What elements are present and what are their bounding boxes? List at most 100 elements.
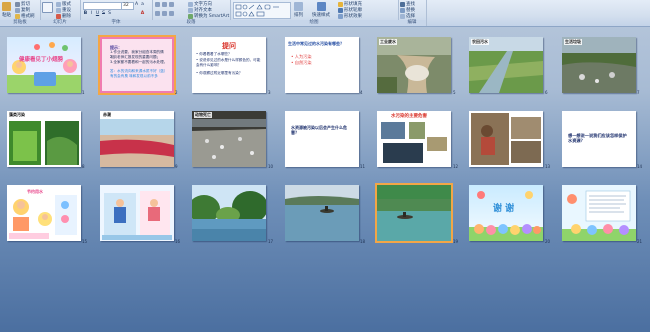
align-center-icon xyxy=(162,11,167,16)
slide-number: 11 xyxy=(360,164,366,169)
slide-thumbnail[interactable]: 生活中常见过的水污染有哪些？ • 人为污染 • 自然污染 xyxy=(285,37,359,93)
slide-thumbnail[interactable]: 健康看见丁小翅膀 xyxy=(7,37,81,93)
slide-title: 工业废水 xyxy=(379,39,397,45)
layout-icon xyxy=(56,1,61,7)
ribbon: 粘贴 剪切 复制 格式刷 剪贴板 版式 重设 删除 幻灯片 32 A a B I… xyxy=(0,0,650,27)
brush-icon xyxy=(15,13,20,19)
slide-thumbnail-selected[interactable]: 提示： 1.作业说要，我家分组查本周的情况； 2.向老师汇报发现的重要问题； 3… xyxy=(98,35,176,95)
binoculars-icon xyxy=(400,1,405,7)
slide-text: 3.全家都不要看和一起的污水处理。 xyxy=(110,60,168,64)
slide-thumbnail[interactable]: 农田污水 xyxy=(469,37,543,93)
ribbon-group-clipboard: 粘贴 剪切 复制 格式刷 剪贴板 xyxy=(0,0,41,26)
new-slide-icon xyxy=(42,2,53,13)
slide-title: 藻类污染 xyxy=(9,112,25,117)
shapes-gallery[interactable] xyxy=(233,2,291,19)
slide-text: • 说说你见过的水是什么样颜色的，可能会有什么影响？ xyxy=(196,58,261,67)
select-button[interactable]: 选择 xyxy=(400,13,415,19)
new-slide-button[interactable] xyxy=(42,2,53,13)
slide-number: 15 xyxy=(82,239,88,244)
align-right-button[interactable] xyxy=(169,11,174,16)
ribbon-group-editing: 查找 替换 选择 编辑 xyxy=(398,0,427,26)
slide-thumbnail[interactable] xyxy=(285,185,359,241)
slide-9-photo xyxy=(100,111,174,167)
slide-number: 12 xyxy=(453,164,459,169)
slide-title: 水资源被污染以后会产生什么危害？ xyxy=(291,125,347,135)
slide-text: • 你观察过附近哪里有污染？ xyxy=(196,71,243,75)
slide-13-photos xyxy=(469,111,543,167)
group-label: 编辑 xyxy=(398,20,426,26)
slide-7-photo xyxy=(562,37,636,93)
italic-button[interactable]: I xyxy=(89,11,94,16)
slide-thumbnail[interactable]: 藻类污染 xyxy=(7,111,81,167)
slide-title: 农田污水 xyxy=(471,39,489,45)
slide-number: 4 xyxy=(360,90,363,95)
bullets-icon xyxy=(155,2,160,7)
slide-18-photo xyxy=(285,185,359,241)
slide-thumbnail[interactable]: 想一想说一说我们应该怎样保护水资源？ xyxy=(562,111,636,167)
slide-title: 生活垃圾 xyxy=(564,39,582,45)
shape-effects-button[interactable]: 形状效果 xyxy=(338,13,362,19)
paste-button[interactable]: 粘贴 xyxy=(2,2,11,18)
bullets-button[interactable] xyxy=(155,2,160,7)
slide-number: 21 xyxy=(637,239,643,244)
font-color-button[interactable]: A xyxy=(140,11,145,16)
bold-button[interactable]: B xyxy=(83,11,88,16)
slide-thumbnail[interactable]: 生活垃圾 xyxy=(562,37,636,93)
slide-thumbnail[interactable] xyxy=(100,185,174,241)
align-center-button[interactable] xyxy=(162,11,167,16)
group-label: 字体 xyxy=(80,20,152,26)
slide-6-photo xyxy=(469,37,543,93)
replace-icon xyxy=(400,7,405,13)
slide-thumbnail[interactable]: 水污染的主要危害 xyxy=(377,111,451,167)
slide-19-photo xyxy=(377,185,451,241)
slide-thumbnail[interactable]: 水资源被污染以后会产生什么危害？ xyxy=(285,111,359,167)
quick-styles-button[interactable]: 快速样式 xyxy=(312,2,330,18)
arrange-button[interactable]: 排列 xyxy=(294,2,303,18)
grow-font-button[interactable]: A xyxy=(134,2,139,7)
strikethrough-button[interactable]: S xyxy=(101,11,106,16)
slide-thumbnail[interactable]: 动物死亡 xyxy=(192,111,266,167)
align-right-icon xyxy=(169,11,174,16)
smartart-button[interactable]: 转换为 SmartArt xyxy=(188,13,229,19)
slide-10-photo xyxy=(192,111,266,167)
slide-thumbnail[interactable]: 赤潮 xyxy=(100,111,174,167)
slide-thumbnail[interactable] xyxy=(192,185,266,241)
slide-number: 1 xyxy=(82,90,85,95)
slide-title: 生活中常见过的水污染有哪些？ xyxy=(288,41,344,46)
slide-thumbnail[interactable] xyxy=(469,111,543,167)
font-size-combo[interactable]: 32 xyxy=(121,2,134,10)
align-text-icon xyxy=(188,7,193,13)
ribbon-group-paragraph: 文字方向 对齐文本 转换为 SmartArt 段落 xyxy=(152,0,231,26)
slide-title: 健康看见丁小翅膀 xyxy=(19,57,64,63)
slide-title: 动物死亡 xyxy=(194,112,212,118)
slide-number: 20 xyxy=(545,239,551,244)
numbering-icon xyxy=(162,2,167,7)
slide-text: • 你看着看了水哪些？ xyxy=(196,52,232,56)
format-painter-button[interactable]: 格式刷 xyxy=(15,13,35,19)
paste-icon xyxy=(2,2,11,11)
text-direction-icon xyxy=(188,1,193,7)
slide-number: 8 xyxy=(82,164,85,169)
slide-12-photos xyxy=(381,122,447,163)
slide-number: 7 xyxy=(637,90,640,95)
numbering-button[interactable] xyxy=(162,2,167,7)
slide-text: 答：水的流向和来源水质不好（蓝）有的会有臭 味和发现以前不多 xyxy=(110,69,168,78)
underline-button[interactable]: U xyxy=(95,11,100,16)
slide-thumbnail[interactable]: 提问 • 你看着看了水哪些？ • 说说你见过的水是什么样颜色的，可能会有什么影响… xyxy=(192,37,266,93)
cursor-icon xyxy=(400,13,405,19)
slide-number: 3 xyxy=(268,90,271,95)
align-left-button[interactable] xyxy=(155,11,160,16)
group-label: 幻灯片 xyxy=(40,20,80,26)
shadow-button[interactable]: S xyxy=(107,11,112,16)
shrink-font-button[interactable]: a xyxy=(140,2,145,7)
slide-16-art xyxy=(100,185,174,241)
slide-thumbnail[interactable]: 节约用水 xyxy=(7,185,81,241)
slide-thumbnail[interactable]: 谢 谢 xyxy=(469,185,543,241)
font-name-combo[interactable] xyxy=(83,2,122,10)
delete-slide-button[interactable]: 删除 xyxy=(56,13,71,19)
slide-thumbnail[interactable] xyxy=(562,185,636,241)
slide-thumbnail[interactable] xyxy=(375,183,453,243)
slide-thumbnail[interactable]: 工业废水 xyxy=(377,37,451,93)
slide-number: 9 xyxy=(175,164,178,169)
indent-button[interactable] xyxy=(169,2,174,7)
